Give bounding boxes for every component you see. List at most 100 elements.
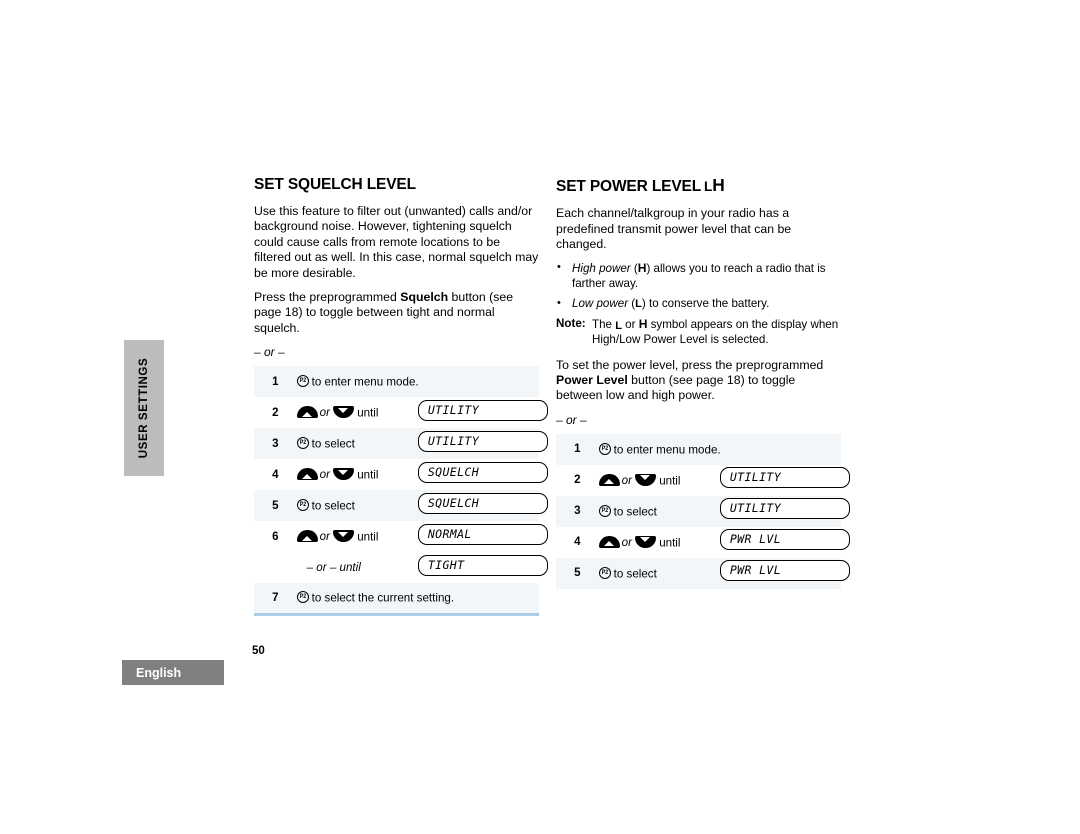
step-action-text: to enter menu mode. (613, 443, 721, 457)
step-number: 2 (272, 406, 279, 419)
low-power-symbol-icon: L (635, 297, 642, 310)
list-item: High power (H) allows you to reach a rad… (556, 260, 841, 291)
step-action: to select the current setting. (296, 583, 539, 615)
step-number: 4 (574, 536, 581, 549)
step-display: PWR LVL (719, 527, 850, 558)
p2-button-icon[interactable] (296, 591, 309, 604)
step-display: PWR LVL (719, 557, 850, 589)
note-label: Note: (556, 317, 586, 331)
table-row: 5 to select SQUELCH (254, 490, 548, 522)
p2-button-icon[interactable] (296, 499, 309, 512)
step-display: SQUELCH (417, 490, 548, 522)
step-number (254, 552, 297, 583)
p2-button-icon[interactable] (598, 504, 611, 517)
lcd-readout: SQUELCH (417, 461, 548, 483)
step-number: 4 (272, 468, 279, 481)
step-action: to enter menu mode. (598, 433, 841, 465)
step-conjunction: or (621, 473, 632, 487)
high-power-symbol-icon: H (712, 175, 725, 195)
step-display: UTILITY (719, 465, 850, 496)
step-number: 6 (272, 530, 279, 543)
note-text-mid: or (621, 318, 639, 332)
squelch-steps-table: 1 to enter menu mode. 2 or until UTILITY… (254, 366, 548, 616)
power-level-button-name: Power Level (556, 373, 628, 388)
table-row: 1 to enter menu mode. (556, 433, 841, 465)
step-action-text: – or – until (306, 561, 361, 575)
set-text-lead: To set the power level, press the prepro… (556, 357, 824, 372)
bullet-term: Low power (572, 296, 629, 310)
list-item: Low power (L) to conserve the battery. (556, 296, 841, 312)
up-arrow-icon[interactable] (598, 473, 620, 486)
language-bar: English (122, 660, 224, 685)
down-arrow-icon[interactable] (332, 468, 354, 481)
step-action: – or – until (297, 552, 418, 583)
power-level-description: Each channel/talkgroup in your radio has… (556, 206, 792, 251)
step-action: or until (598, 465, 720, 496)
step-action-text: until (357, 406, 379, 420)
or-separator-left: – or – (254, 345, 285, 360)
p2-button-icon[interactable] (296, 437, 309, 450)
step-display: UTILITY (719, 495, 850, 527)
step-action: to select (598, 557, 720, 589)
up-arrow-icon[interactable] (296, 530, 318, 543)
step-action-text: to select (311, 499, 355, 513)
lcd-readout: UTILITY (719, 498, 850, 520)
step-action: to select (296, 428, 418, 460)
step-action-text: to select (613, 567, 657, 581)
p2-button-icon[interactable] (296, 375, 309, 388)
left-column: SET SQUELCH LEVEL Use this feature to fi… (254, 176, 548, 616)
lcd-readout: PWR LVL (719, 560, 850, 582)
power-level-set-instruction: To set the power level, press the prepro… (556, 358, 841, 404)
low-power-symbol-icon: L (615, 319, 622, 332)
note-block: Note: The L or H symbol appears on the d… (556, 317, 841, 347)
step-action: or until (296, 521, 418, 552)
down-arrow-icon[interactable] (634, 535, 656, 548)
press-text-lead: Press the preprogrammed (254, 290, 401, 305)
lcd-readout: UTILITY (417, 430, 548, 452)
step-conjunction: or (319, 406, 330, 420)
step-action: to enter menu mode. (296, 366, 539, 398)
table-row: 2 or until UTILITY (254, 397, 548, 428)
step-action-text: until (659, 474, 681, 488)
section-tab-user-settings: USER SETTINGS (124, 340, 164, 476)
page-title-squelch: SET SQUELCH LEVEL (254, 176, 416, 193)
step-action: or until (598, 527, 720, 558)
up-arrow-icon[interactable] (598, 535, 620, 548)
lcd-readout: TIGHT (417, 554, 548, 576)
lcd-readout: UTILITY (719, 467, 850, 489)
p2-button-icon[interactable] (598, 442, 611, 455)
lcd-readout: SQUELCH (417, 492, 548, 514)
step-conjunction: or (621, 535, 632, 549)
note-text-lead: The (592, 318, 616, 332)
lcd-readout: NORMAL (417, 523, 548, 545)
down-arrow-icon[interactable] (634, 473, 656, 486)
note-body: The L or H symbol appears on the display… (592, 317, 841, 347)
step-number: 3 (254, 428, 297, 460)
table-row-alt: – or – until TIGHT (254, 552, 548, 583)
step-conjunction: or (319, 530, 330, 544)
table-row: 3 to select UTILITY (254, 428, 548, 460)
step-number: 2 (574, 474, 581, 487)
squelch-description: Use this feature to filter out (unwanted… (254, 204, 539, 280)
step-display: UTILITY (417, 428, 548, 460)
step-number: 1 (254, 366, 297, 398)
bullet-term: High power (572, 262, 631, 276)
table-row: 1 to enter menu mode. (254, 366, 539, 398)
step-action: to select (296, 490, 418, 522)
step-number: 5 (254, 490, 297, 522)
step-action-text: until (357, 468, 379, 482)
squelch-press-instruction: Press the preprogrammed Squelch button (… (254, 290, 539, 336)
up-arrow-icon[interactable] (296, 468, 318, 481)
power-level-bullet-list: High power (H) allows you to reach a rad… (556, 260, 841, 312)
table-row: 5 to select PWR LVL (556, 557, 850, 589)
table-row: 4 or until PWR LVL (556, 527, 850, 558)
up-arrow-icon[interactable] (296, 406, 318, 419)
step-number: 1 (556, 433, 599, 465)
step-action: or until (296, 459, 418, 490)
table-row: 6 or until NORMAL (254, 521, 548, 552)
down-arrow-icon[interactable] (332, 530, 354, 543)
lcd-readout: PWR LVL (719, 529, 850, 551)
down-arrow-icon[interactable] (332, 406, 354, 419)
p2-button-icon[interactable] (598, 566, 611, 579)
table-row: 3 to select UTILITY (556, 495, 850, 527)
